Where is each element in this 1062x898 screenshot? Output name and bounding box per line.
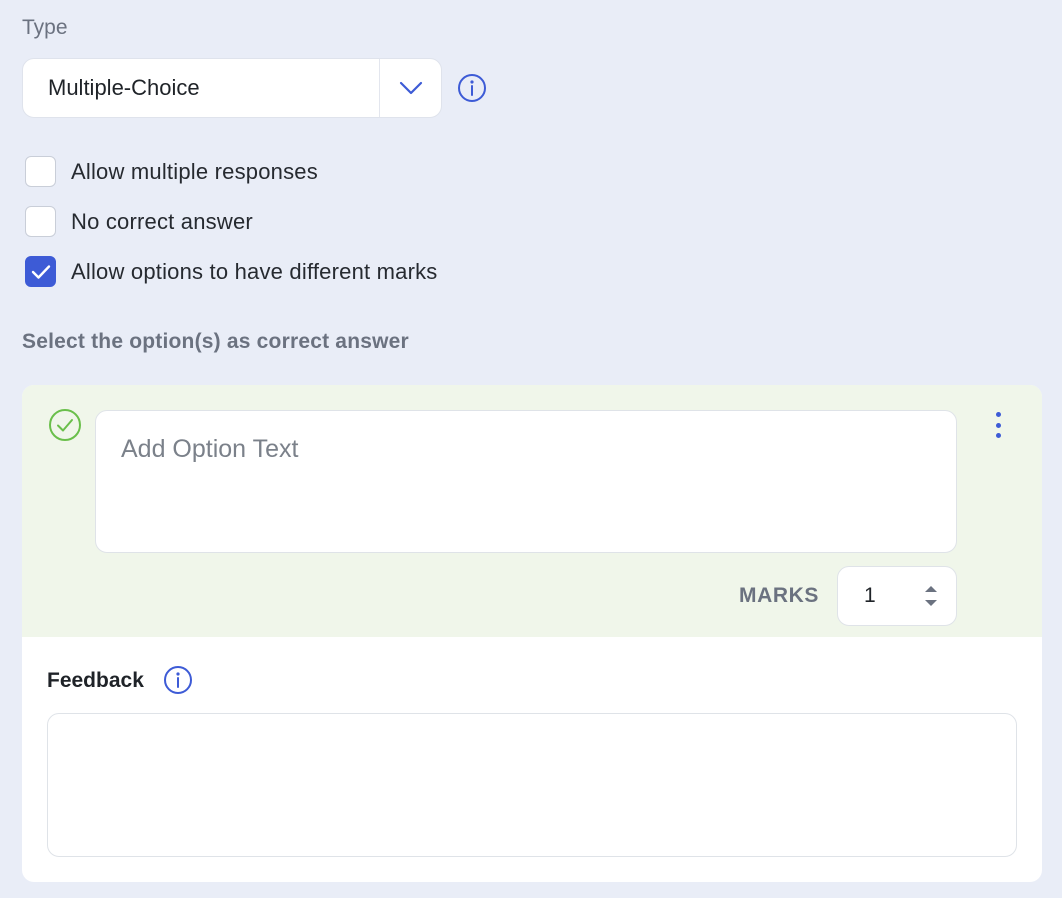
checkbox-box[interactable] <box>25 256 56 287</box>
no-correct-answer-checkbox[interactable]: No correct answer <box>25 206 253 237</box>
section-title: Select the option(s) as correct answer <box>22 330 409 353</box>
stepper-down-icon[interactable] <box>924 599 938 607</box>
checkbox-box[interactable] <box>25 156 56 187</box>
option-text-input[interactable]: Add Option Text <box>95 410 957 553</box>
marks-label: MARKS <box>739 584 819 607</box>
checkbox-box[interactable] <box>25 206 56 237</box>
kebab-menu-icon[interactable] <box>988 407 1008 443</box>
marks-input[interactable]: 1 <box>837 566 957 626</box>
type-select-value: Multiple-Choice <box>48 75 200 100</box>
marks-value: 1 <box>864 584 876 607</box>
check-icon <box>31 264 50 279</box>
type-label: Type <box>22 16 68 39</box>
type-info-icon[interactable] <box>457 73 487 103</box>
marks-stepper[interactable] <box>916 576 946 616</box>
checkbox-label: Allow multiple responses <box>71 158 318 184</box>
option-correct-area: Add Option Text MARKS 1 <box>22 385 1042 637</box>
feedback-input[interactable] <box>47 713 1017 857</box>
stepper-up-icon[interactable] <box>924 585 938 593</box>
feedback-label: Feedback <box>47 669 144 692</box>
option-card: Add Option Text MARKS 1 Feedback <box>22 385 1042 882</box>
checkbox-label: Allow options to have different marks <box>71 258 438 284</box>
different-marks-checkbox[interactable]: Allow options to have different marks <box>25 256 438 287</box>
allow-multiple-responses-checkbox[interactable]: Allow multiple responses <box>25 156 318 187</box>
feedback-info-icon[interactable] <box>163 665 193 695</box>
check-circle-icon[interactable] <box>48 408 82 442</box>
checkbox-label: No correct answer <box>71 208 253 234</box>
chevron-down-icon[interactable] <box>380 59 441 117</box>
type-select[interactable]: Multiple-Choice <box>22 58 442 118</box>
